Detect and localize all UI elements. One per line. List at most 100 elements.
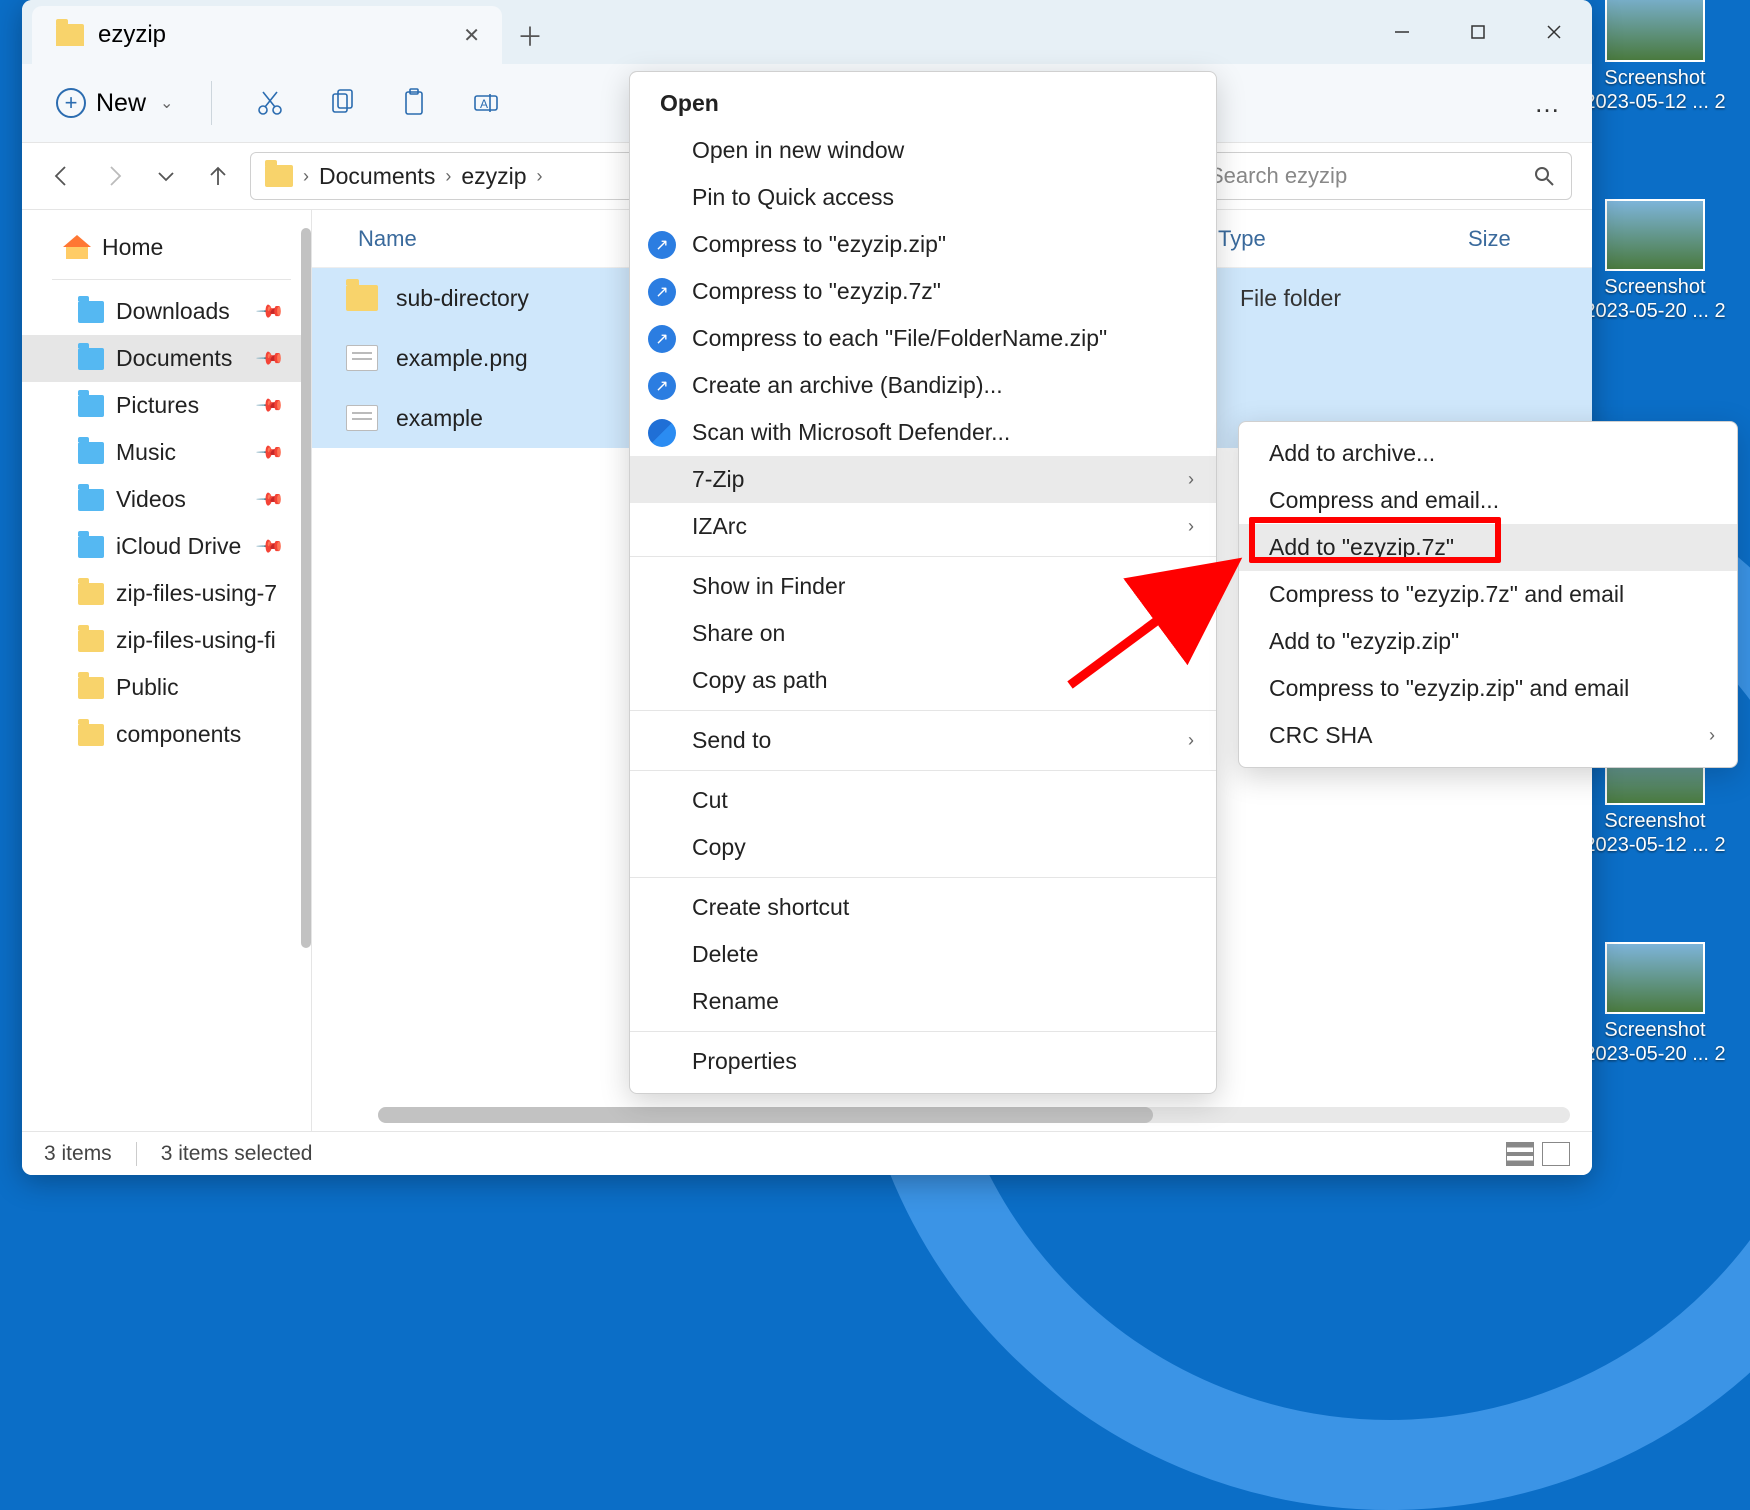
view-toggle	[1506, 1142, 1570, 1166]
copy-button[interactable]	[310, 80, 374, 126]
chevron-right-icon: ›	[445, 166, 451, 187]
recent-button[interactable]	[146, 163, 186, 189]
file-icon	[346, 405, 378, 431]
sidebar-item-downloads[interactable]: Downloads📌	[22, 288, 311, 335]
context-menu: Open Open in new window Pin to Quick acc…	[629, 71, 1217, 1094]
desktop-shortcut[interactable]: Screenshot 2023-05-12 ... 2	[1575, 0, 1735, 114]
ctx-label: Open in new window	[692, 137, 904, 164]
icons-view-button[interactable]	[1542, 1142, 1570, 1166]
ctx-add-to-zip[interactable]: Add to "ezyzip.zip"	[1239, 618, 1737, 665]
minimize-button[interactable]	[1364, 0, 1440, 64]
ctx-label: Add to "ezyzip.zip"	[1269, 628, 1459, 655]
sidebar-item-home[interactable]: Home	[22, 224, 311, 271]
ctx-label: Scan with Microsoft Defender...	[692, 419, 1010, 446]
sidebar-item-label: Documents	[116, 345, 232, 372]
paste-button[interactable]	[382, 80, 446, 126]
ctx-cut[interactable]: Cut	[630, 777, 1216, 824]
ctx-crc-sha[interactable]: CRC SHA›	[1239, 712, 1737, 759]
ctx-label: Cut	[692, 787, 728, 814]
cut-button[interactable]	[238, 80, 302, 126]
chevron-right-icon: ›	[537, 166, 543, 187]
sidebar-item-documents[interactable]: Documents 📌	[22, 335, 311, 382]
desktop-shortcut[interactable]: Screenshot 2023-05-20 ... 2	[1575, 199, 1735, 323]
sidebar-item-zipfiles2[interactable]: zip-files-using-fi	[22, 617, 311, 664]
up-button[interactable]	[198, 163, 238, 189]
ctx-show-finder[interactable]: Show in Finder	[630, 563, 1216, 610]
ctx-label: Pin to Quick access	[692, 184, 894, 211]
desktop-label: 2023-05-12 ... 2	[1584, 833, 1725, 857]
tab-ezyzip[interactable]: ezyzip ✕	[32, 6, 502, 64]
ctx-compress-7z-email[interactable]: Compress to "ezyzip.7z" and email	[1239, 571, 1737, 618]
ctx-compress-7z[interactable]: ↗ Compress to "ezyzip.7z"	[630, 268, 1216, 315]
breadcrumb-item[interactable]: Documents	[319, 163, 435, 190]
ctx-copy-path[interactable]: Copy as path	[630, 657, 1216, 704]
context-submenu-7zip: Add to archive... Compress and email... …	[1238, 421, 1738, 768]
new-button[interactable]: + New ⌄	[44, 82, 185, 124]
sidebar-item-zipfiles1[interactable]: zip-files-using-7	[22, 570, 311, 617]
folder-icon	[56, 24, 84, 46]
desktop-shortcut[interactable]: Screenshot 2023-05-20 ... 2	[1575, 942, 1735, 1066]
thumb-icon	[1605, 199, 1705, 271]
sidebar-item-components[interactable]: components	[22, 711, 311, 758]
sidebar-item-music[interactable]: Music📌	[22, 429, 311, 476]
ctx-add-to-archive[interactable]: Add to archive...	[1239, 430, 1737, 477]
ctx-compress-email[interactable]: Compress and email...	[1239, 477, 1737, 524]
ctx-open-new-window[interactable]: Open in new window	[630, 127, 1216, 174]
desktop-label: 2023-05-12 ... 2	[1584, 90, 1725, 114]
desktop-label: Screenshot	[1604, 275, 1705, 299]
ctx-compress-zip-email[interactable]: Compress to "ezyzip.zip" and email	[1239, 665, 1737, 712]
separator	[136, 1142, 137, 1166]
close-icon[interactable]: ✕	[463, 23, 480, 48]
ctx-label: Send to	[692, 727, 771, 754]
ctx-properties[interactable]: Properties	[630, 1038, 1216, 1085]
close-button[interactable]	[1516, 0, 1592, 64]
maximize-button[interactable]	[1440, 0, 1516, 64]
back-button[interactable]	[42, 163, 82, 189]
ctx-compress-each[interactable]: ↗Compress to each "File/FolderName.zip"	[630, 315, 1216, 362]
overflow-button[interactable]: …	[1534, 88, 1570, 119]
ctx-label: Compress to "ezyzip.zip" and email	[1269, 675, 1629, 702]
forward-button[interactable]	[94, 163, 134, 189]
breadcrumb-item[interactable]: ezyzip	[461, 163, 526, 190]
file-icon	[346, 345, 378, 371]
pin-icon: 📌	[254, 343, 285, 374]
sidebar-item-videos[interactable]: Videos📌	[22, 476, 311, 523]
folder-icon	[78, 724, 104, 746]
ctx-delete[interactable]: Delete	[630, 931, 1216, 978]
ctx-label: Compress to "ezyzip.7z"	[692, 278, 941, 305]
folder-icon	[78, 536, 104, 558]
separator	[630, 770, 1216, 771]
ctx-send-to[interactable]: Send to›	[630, 717, 1216, 764]
ctx-label: Add to "ezyzip.7z"	[1269, 534, 1454, 561]
pin-icon: 📌	[254, 296, 285, 327]
ctx-add-to-7z[interactable]: Add to "ezyzip.7z"	[1239, 524, 1737, 571]
sidebar-item-public[interactable]: Public	[22, 664, 311, 711]
ctx-copy[interactable]: Copy	[630, 824, 1216, 871]
ctx-label: 7-Zip	[692, 466, 744, 493]
bandizip-icon: ↗	[648, 278, 676, 306]
ctx-create-shortcut[interactable]: Create shortcut	[630, 884, 1216, 931]
item-count: 3 items	[44, 1142, 112, 1166]
ctx-defender[interactable]: Scan with Microsoft Defender...	[630, 409, 1216, 456]
ctx-share-on[interactable]: Share on	[630, 610, 1216, 657]
col-size[interactable]: Size	[1468, 226, 1568, 252]
details-view-button[interactable]	[1506, 1142, 1534, 1166]
search-input[interactable]: Search ezyzip	[1192, 152, 1572, 200]
ctx-izarc[interactable]: IZArc›	[630, 503, 1216, 550]
ctx-bandizip[interactable]: ↗Create an archive (Bandizip)...	[630, 362, 1216, 409]
rename-button[interactable]: A	[454, 80, 518, 126]
sidebar[interactable]: Home Downloads📌 Documents 📌 Pictures📌 Mus…	[22, 210, 312, 1175]
new-tab-button[interactable]: ＋	[502, 6, 558, 64]
desktop-label: Screenshot	[1604, 66, 1705, 90]
ctx-pin-quick-access[interactable]: Pin to Quick access	[630, 174, 1216, 221]
sidebar-item-pictures[interactable]: Pictures📌	[22, 382, 311, 429]
sidebar-item-icloud[interactable]: iCloud Drive📌	[22, 523, 311, 570]
ctx-7zip[interactable]: 7-Zip›	[630, 456, 1216, 503]
ctx-label: Create an archive (Bandizip)...	[692, 372, 1003, 399]
ctx-compress-zip[interactable]: ↗Compress to "ezyzip.zip"	[630, 221, 1216, 268]
sidebar-item-label: Home	[102, 234, 163, 261]
ctx-open[interactable]: Open	[630, 80, 1216, 127]
col-type[interactable]: Type	[1218, 226, 1468, 252]
ctx-rename[interactable]: Rename	[630, 978, 1216, 1025]
horizontal-scrollbar[interactable]	[378, 1107, 1570, 1123]
